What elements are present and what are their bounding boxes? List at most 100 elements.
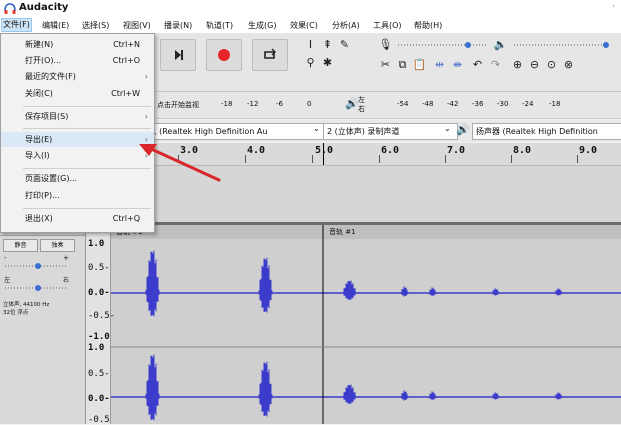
meter-tick: -48 (422, 100, 434, 108)
menu-item-label: 打开(O)... (25, 56, 62, 65)
meter-tick: -30 (497, 100, 509, 108)
menu-bar: 文件(F) 编辑(E) 选择(S) 视图(V) 播录(N) 轨道(T) 生成(G… (0, 18, 621, 33)
menu-generate[interactable]: 生成(G) (248, 20, 276, 31)
menu-item-save-project[interactable]: 保存项目(S) › (1, 109, 154, 124)
scale-label: 1.0 (88, 239, 105, 249)
skip-end-icon (175, 50, 183, 60)
monitor-hint[interactable]: 点击开始监视 (157, 100, 199, 110)
menu-separator (23, 168, 151, 169)
zoom-out-icon[interactable]: ⊖ (527, 57, 542, 72)
gain-slider[interactable] (4, 261, 70, 271)
meter-tick: -6 (276, 100, 283, 108)
submenu-arrow-icon: › (144, 112, 148, 121)
loop-icon (264, 48, 276, 59)
selection-tool-icon[interactable]: I (303, 37, 318, 52)
multi-tool-icon[interactable]: ✱ (320, 55, 335, 70)
waveform-svg (111, 225, 621, 424)
skip-end-button[interactable] (160, 39, 196, 71)
undo-icon[interactable]: ↶ (470, 57, 485, 72)
meter-tick: -54 (397, 100, 409, 108)
mute-button[interactable]: 静音 (3, 239, 38, 252)
channels-select[interactable]: 2 (立体声) 录制声道 (323, 123, 458, 140)
menu-item-recent-files[interactable]: 最近的文件(F) › (1, 69, 154, 84)
menu-separator (23, 106, 151, 107)
menu-tools[interactable]: 工具(O) (373, 20, 402, 31)
window-control[interactable]: · (612, 2, 615, 12)
menu-help[interactable]: 帮助(H) (414, 20, 442, 31)
submenu-arrow-icon: › (144, 72, 148, 81)
scale-label: 0.0- (88, 288, 110, 298)
menu-separator (23, 128, 151, 129)
meter-tick: -18 (549, 100, 561, 108)
scale-label: -1.0 (88, 332, 110, 342)
menu-edit[interactable]: 编辑(E) (42, 20, 69, 31)
trim-icon[interactable]: ⇹ (432, 57, 447, 72)
menu-item-label: 页面设置(G)... (25, 174, 78, 183)
waveform-area[interactable]: 音轨 #1 音轨 #1 (111, 225, 621, 424)
menu-item-label: 导出(E) (25, 135, 53, 144)
silence-icon[interactable]: ⇼ (450, 57, 465, 72)
output-device-select[interactable]: 扬声器 (Realtek High Definition (472, 123, 621, 140)
output-device-value: 扬声器 (Realtek High Definition (476, 127, 598, 136)
record-volume-slider[interactable] (396, 39, 492, 51)
scale-label: 0.5- (88, 263, 110, 273)
menu-item-export[interactable]: 导出(E) › (1, 132, 154, 147)
menu-item-open[interactable]: 打开(O)... Ctrl+O (1, 53, 154, 68)
menu-transport[interactable]: 播录(N) (164, 20, 192, 31)
solo-button[interactable]: 独奏 (40, 239, 75, 252)
meter-tick: -42 (447, 100, 459, 108)
menu-item-label: 保存项目(S) (25, 112, 69, 121)
meter-tick: -12 (247, 100, 259, 108)
scale-label: 1.0 (88, 343, 105, 353)
menu-item-shortcut: Ctrl+Q (112, 214, 140, 223)
timeline-tick (245, 155, 246, 163)
menu-item-new[interactable]: 新建(N) Ctrl+N (1, 37, 154, 52)
menu-effect[interactable]: 效果(C) (290, 20, 318, 31)
timeline-cursor (323, 143, 324, 165)
cut-icon[interactable]: ✂ (378, 57, 393, 72)
menu-item-close[interactable]: 关闭(C) Ctrl+W (1, 86, 154, 101)
chevron-down-icon: ⌄ (444, 124, 451, 133)
menu-item-label: 新建(N) (25, 40, 54, 49)
menu-item-import[interactable]: 导入(I) › (1, 148, 154, 163)
menu-item-page-setup[interactable]: 页面设置(G)... (1, 171, 154, 186)
meter-tick: -36 (472, 100, 484, 108)
timeline-tick (511, 155, 512, 163)
track-format-info: 立体声, 44100 Hz (3, 302, 50, 308)
menu-tracks[interactable]: 轨道(T) (206, 20, 233, 31)
menu-select[interactable]: 选择(S) (82, 20, 109, 31)
channels-value: 2 (立体声) 录制声道 (327, 127, 400, 136)
audacity-logo-icon (4, 3, 16, 14)
envelope-tool-icon[interactable]: ⇞ (320, 37, 335, 52)
menu-file[interactable]: 文件(F) (1, 18, 32, 32)
fit-project-icon[interactable]: ⊗ (561, 57, 576, 72)
mic-icon: 🎙 (378, 38, 393, 51)
track-bit-depth-info: 32位 浮点 (3, 310, 29, 316)
copy-icon[interactable]: ⧉ (395, 57, 410, 72)
menu-view[interactable]: 视图(V) (123, 20, 151, 31)
fit-selection-icon[interactable]: ⊙ (544, 57, 559, 72)
timeline-label: 8.0 (513, 145, 532, 156)
timeline-tick (577, 155, 578, 163)
timeline-tick (445, 155, 446, 163)
timeline-label: 9.0 (579, 145, 598, 156)
playback-volume-slider[interactable] (512, 39, 612, 51)
menu-item-print[interactable]: 打印(P)... (1, 188, 154, 203)
menu-separator (23, 208, 151, 209)
redo-icon[interactable]: ↷ (488, 57, 503, 72)
timeline-tick (379, 155, 380, 163)
timeline-label: 5.0 (315, 145, 334, 156)
zoom-in-icon[interactable]: ⊕ (510, 57, 525, 72)
record-button[interactable] (206, 39, 242, 71)
scale-label: 0.5- (88, 369, 110, 379)
paste-icon[interactable]: 📋 (412, 57, 427, 72)
pan-slider[interactable] (4, 283, 70, 293)
speaker-icon: 🔊 (456, 123, 470, 136)
timeline-label: 7.0 (447, 145, 466, 156)
loop-button[interactable] (252, 39, 288, 71)
zoom-tool-icon[interactable]: ⚲ (303, 55, 318, 70)
menu-item-exit[interactable]: 退出(X) Ctrl+Q (1, 211, 154, 226)
menu-analyze[interactable]: 分析(A) (332, 20, 360, 31)
amplitude-scale: 1.0 0.5- 0.0- -0.5- -1.0 1.0 0.5- 0.0- -… (86, 225, 115, 425)
draw-tool-icon[interactable]: ✎ (337, 37, 352, 52)
